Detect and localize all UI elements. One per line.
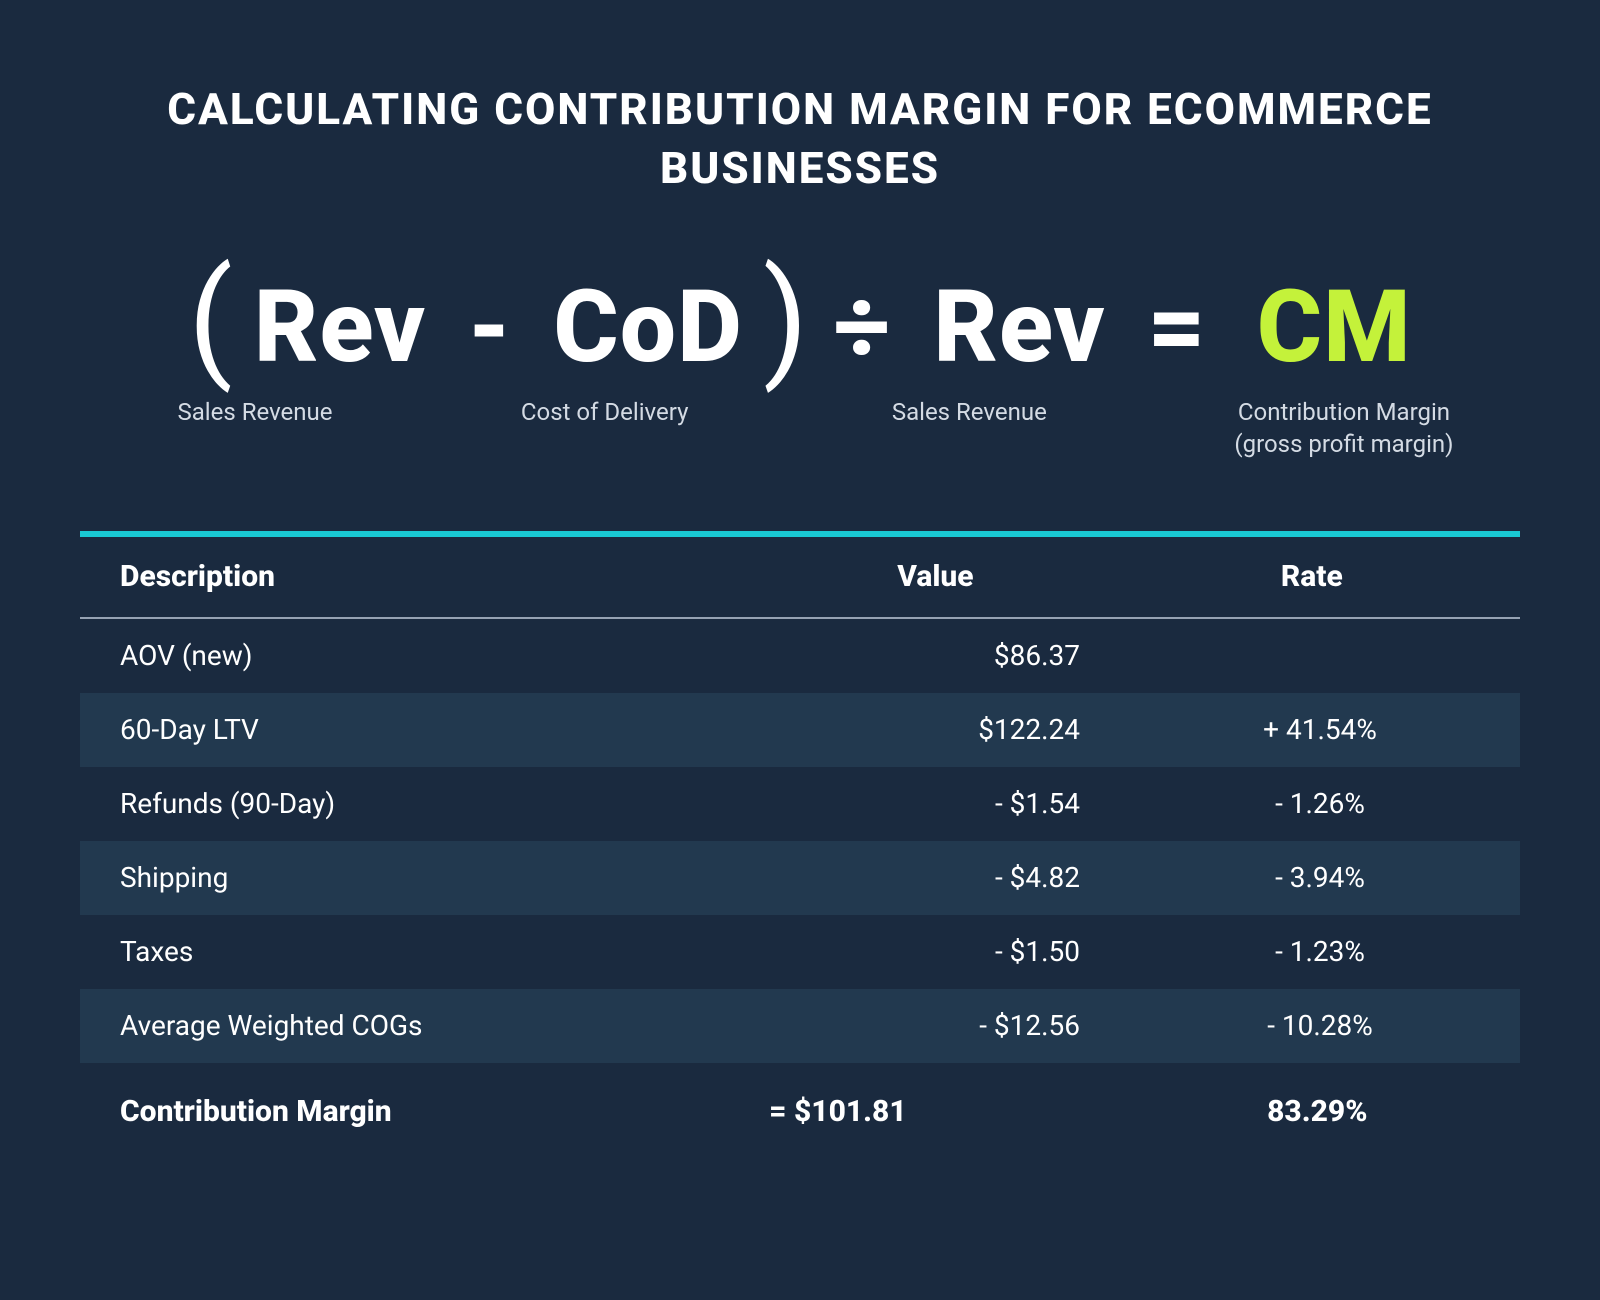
infographic: CALCULATING CONTRIBUTION MARGIN FOR ECOM… (0, 0, 1600, 1300)
sub-label-cm-line2: (gross profit margin) (1234, 430, 1453, 458)
formula-open-paren: ( (188, 280, 234, 358)
sub-label-rev2: Sales Revenue (839, 396, 1099, 461)
cell-value: $122.24 (720, 713, 1140, 746)
cell-value: - $12.56 (720, 1009, 1140, 1042)
table-row: Refunds (90-Day) - $1.54 - 1.26% (80, 767, 1520, 841)
table-row: Shipping - $4.82 - 3.94% (80, 841, 1520, 915)
col-header-description: Description (120, 559, 747, 594)
formula-equals-op: = (1126, 269, 1229, 386)
sub-label-cm-line1: Contribution Margin (1238, 398, 1450, 426)
cell-rate: - 1.26% (1140, 787, 1500, 820)
formula-sub-labels: Sales Revenue Cost of Delivery Sales Rev… (80, 396, 1520, 461)
cell-rate: - 1.23% (1140, 935, 1500, 968)
formula: ( Rev - CoD ) ÷ Rev = CM (80, 269, 1520, 386)
margin-table: Description Value Rate AOV (new) $86.37 … (80, 531, 1520, 1147)
cell-rate: - 3.94% (1140, 861, 1500, 894)
cell-desc: AOV (new) (120, 639, 720, 672)
cell-desc: 60-Day LTV (120, 713, 720, 746)
sub-label-cm: Contribution Margin (gross profit margin… (1184, 396, 1504, 461)
formula-close-paren: ) (763, 280, 809, 358)
cell-desc: Refunds (90-Day) (120, 787, 720, 820)
formula-cm-term: CM (1231, 269, 1412, 386)
footer-value: = $101.81 (729, 1094, 1134, 1129)
col-header-rate: Rate (1124, 559, 1500, 594)
cell-desc: Shipping (120, 861, 720, 894)
formula-rev-term-2: Rev (915, 269, 1123, 386)
sub-label-rev1: Sales Revenue (140, 396, 370, 461)
table-row: 60-Day LTV $122.24 + 41.54% (80, 693, 1520, 767)
table-row: Taxes - $1.50 - 1.23% (80, 915, 1520, 989)
cell-value: $86.37 (720, 639, 1140, 672)
table-footer-row: Contribution Margin = $101.81 83.29% (80, 1077, 1520, 1147)
cell-desc: Average Weighted COGs (120, 1009, 720, 1042)
footer-rate: 83.29% (1135, 1094, 1500, 1129)
cell-value: - $4.82 (720, 861, 1140, 894)
formula-rev-term-1: Rev (236, 269, 444, 386)
footer-desc: Contribution Margin (120, 1094, 729, 1129)
sub-label-cod: Cost of Delivery (455, 396, 755, 461)
cell-value: - $1.54 (720, 787, 1140, 820)
table-row: Average Weighted COGs - $12.56 - 10.28% (80, 989, 1520, 1063)
table-row: AOV (new) $86.37 (80, 619, 1520, 693)
col-header-value: Value (747, 559, 1123, 594)
formula-cod-term: CoD (535, 269, 761, 386)
cell-rate: + 41.54% (1140, 713, 1500, 746)
cell-desc: Taxes (120, 935, 720, 968)
formula-divide-op: ÷ (811, 269, 913, 386)
page-title: CALCULATING CONTRIBUTION MARGIN FOR ECOM… (80, 80, 1520, 199)
table-header-row: Description Value Rate (80, 537, 1520, 619)
cell-value: - $1.50 (720, 935, 1140, 968)
formula-minus-op: - (446, 269, 533, 386)
cell-rate: - 10.28% (1140, 1009, 1500, 1042)
